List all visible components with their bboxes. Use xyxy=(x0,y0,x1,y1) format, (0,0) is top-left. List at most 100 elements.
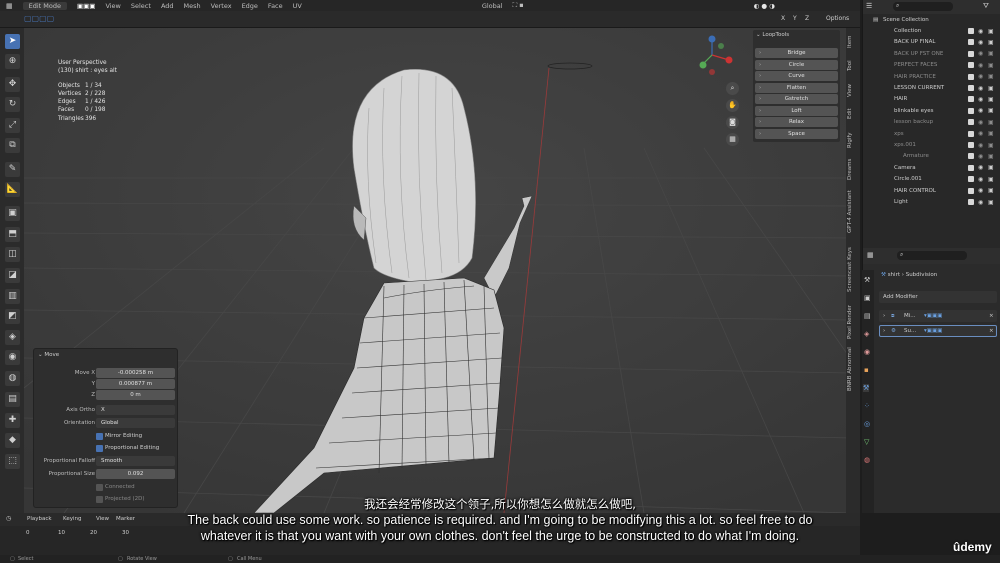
checkbox-icon[interactable] xyxy=(968,153,974,160)
tab-edit[interactable]: Edit xyxy=(847,104,859,124)
smooth-tool-icon[interactable]: ◍ xyxy=(5,371,20,386)
eye-icon[interactable]: ◉ xyxy=(978,119,983,126)
outliner-item[interactable]: xps.001 ◉ ▣ xyxy=(863,139,1000,150)
render-tab-icon[interactable]: ▣ xyxy=(864,294,871,302)
outliner-item[interactable]: Camera ◉ ▣ xyxy=(863,162,1000,173)
camera-icon[interactable]: ▣ xyxy=(988,50,994,57)
outliner-item[interactable]: Collection ◉ ▣ xyxy=(863,25,1000,36)
looptools-flatten-button[interactable]: › Flatten xyxy=(755,83,838,93)
checkbox-icon[interactable] xyxy=(968,164,974,171)
add-modifier-button[interactable]: Add Modifier xyxy=(879,291,997,303)
looptools-space-button[interactable]: › Space xyxy=(755,129,838,139)
proportional-editing-checkbox[interactable] xyxy=(96,445,103,452)
looptools-loft-button[interactable]: › Loft xyxy=(755,106,838,116)
camera-icon[interactable]: ▣ xyxy=(988,85,994,92)
camera-icon[interactable]: ◙ xyxy=(726,116,739,129)
proportional-size-field[interactable]: 0.092 xyxy=(96,469,175,479)
select-mode-icons[interactable]: ▣▣▣ xyxy=(77,2,95,10)
camera-icon[interactable]: ▣ xyxy=(988,187,994,194)
inset-tool-icon[interactable]: ◫ xyxy=(5,247,20,262)
close-icon[interactable]: × xyxy=(989,326,994,336)
rotate-tool-icon[interactable]: ↻ xyxy=(5,97,20,112)
eye-icon[interactable]: ◉ xyxy=(978,28,983,35)
shading-icons[interactable]: ◐ ● ◑ xyxy=(754,2,775,10)
shear-tool-icon[interactable]: ◆ xyxy=(5,433,20,448)
falloff-dropdown[interactable]: Smooth xyxy=(96,456,175,466)
mirror-editing-checkbox[interactable] xyxy=(96,433,103,440)
eye-icon[interactable]: ◉ xyxy=(978,199,983,206)
modifier-subdivision-row[interactable]: › ⚙ Su... ▾▣▣▣ × xyxy=(879,325,997,337)
outliner-item[interactable]: lesson backup ◉ ▣ xyxy=(863,117,1000,128)
tab-dreams[interactable]: Dreams xyxy=(847,156,859,182)
eye-icon[interactable]: ◉ xyxy=(978,73,983,80)
scene-tab-icon[interactable]: ◈ xyxy=(864,330,869,338)
cursor-tool-icon[interactable]: ⊕ xyxy=(5,54,20,69)
looptools-bridge-button[interactable]: › Bridge xyxy=(755,48,838,58)
eye-icon[interactable]: ◉ xyxy=(978,96,983,103)
checkbox-icon[interactable] xyxy=(968,119,974,126)
zoom-icon[interactable]: ⌕ xyxy=(726,82,739,95)
checkbox-icon[interactable] xyxy=(968,96,974,103)
camera-icon[interactable]: ▣ xyxy=(988,164,994,171)
mode-dropdown[interactable]: Edit Mode xyxy=(22,1,67,10)
eye-icon[interactable]: ◉ xyxy=(978,62,983,69)
move-panel-title[interactable]: ⌄ Move xyxy=(38,352,59,358)
spin-tool-icon[interactable]: ◉ xyxy=(5,350,20,365)
properties-editor-icon[interactable]: ▦ xyxy=(867,251,874,259)
camera-icon[interactable]: ▣ xyxy=(988,107,994,114)
object-tab-icon[interactable]: ▪ xyxy=(864,366,869,374)
bevel-tool-icon[interactable]: ◪ xyxy=(5,268,20,283)
tab-tool[interactable]: Tool xyxy=(847,56,859,76)
snap-icon[interactable]: ⛶ ▪ xyxy=(513,1,524,10)
particles-tab-icon[interactable]: ⁘ xyxy=(864,402,870,410)
eye-icon[interactable]: ◉ xyxy=(978,85,983,92)
world-tab-icon[interactable]: ◉ xyxy=(864,348,870,356)
connected-checkbox[interactable] xyxy=(96,484,103,491)
modifier-tab-icon[interactable]: ⚒ xyxy=(863,384,870,392)
tab-screencast-keys[interactable]: Screencast Keys xyxy=(847,242,859,298)
menu-uv[interactable]: UV xyxy=(293,2,302,10)
camera-icon[interactable]: ▣ xyxy=(988,119,994,126)
checkbox-icon[interactable] xyxy=(968,50,974,57)
axis-z-toggle[interactable]: Z xyxy=(805,15,809,22)
select-box-icons[interactable]: ▢▢▢▢ xyxy=(24,14,54,23)
checkbox-icon[interactable] xyxy=(968,28,974,35)
checkbox-icon[interactable] xyxy=(968,62,974,69)
outliner-item[interactable]: BACK UP FINAL ◉ ▣ xyxy=(863,37,1000,48)
tab-rigify[interactable]: Rigify xyxy=(847,128,859,152)
outliner-item[interactable]: PERFECT FACES ◉ ▣ xyxy=(863,60,1000,71)
checkbox-icon[interactable] xyxy=(968,130,974,137)
camera-icon[interactable]: ▣ xyxy=(988,39,994,46)
outliner-item[interactable]: blinkable eyes ◉ ▣ xyxy=(863,105,1000,116)
menu-select[interactable]: Select xyxy=(131,2,151,10)
tab-bnrb-abnormal[interactable]: BNRB Abnormal xyxy=(847,346,859,392)
move-z-field[interactable]: 0 m xyxy=(96,390,175,400)
outliner-item[interactable]: BACK UP FST ONE ◉ ▣ xyxy=(863,48,1000,59)
camera-icon[interactable]: ▣ xyxy=(988,28,994,35)
eye-icon[interactable]: ◉ xyxy=(978,164,983,171)
outliner-item[interactable]: HAIR ◉ ▣ xyxy=(863,94,1000,105)
poly-build-tool-icon[interactable]: ◈ xyxy=(5,330,20,345)
checkbox-icon[interactable] xyxy=(968,107,974,114)
looptools-gstretch-button[interactable]: › Gstretch xyxy=(755,94,838,104)
checkbox-icon[interactable] xyxy=(968,39,974,46)
checkbox-icon[interactable] xyxy=(968,73,974,80)
rip-tool-icon[interactable]: ⬚ xyxy=(5,454,20,469)
knife-tool-icon[interactable]: ◩ xyxy=(5,309,20,324)
checkbox-icon[interactable] xyxy=(968,142,974,149)
output-tab-icon[interactable]: ▤ xyxy=(864,312,871,320)
checkbox-icon[interactable] xyxy=(968,199,974,206)
move-x-field[interactable]: -0.000258 m xyxy=(96,368,175,378)
menu-edge[interactable]: Edge xyxy=(242,2,258,10)
outliner-item[interactable]: xps ◉ ▣ xyxy=(863,128,1000,139)
modifier-toggle-icons[interactable]: ▾▣▣▣ xyxy=(924,326,942,336)
outliner-item[interactable]: Armature ◉ ▣ xyxy=(863,151,1000,162)
properties-search-input[interactable]: ⌕ xyxy=(897,251,967,260)
data-tab-icon[interactable]: ▽ xyxy=(864,438,869,446)
outliner-item[interactable]: Circle.001 ◉ ▣ xyxy=(863,174,1000,185)
camera-icon[interactable]: ▣ xyxy=(988,96,994,103)
eye-icon[interactable]: ◉ xyxy=(978,176,983,183)
axis-y-toggle[interactable]: Y xyxy=(793,15,797,22)
tab-gpt4-assistant[interactable]: GPT-4 Assistant xyxy=(847,186,859,238)
modifier-toggle-icons[interactable]: ▾▣▣▣ xyxy=(924,310,942,322)
